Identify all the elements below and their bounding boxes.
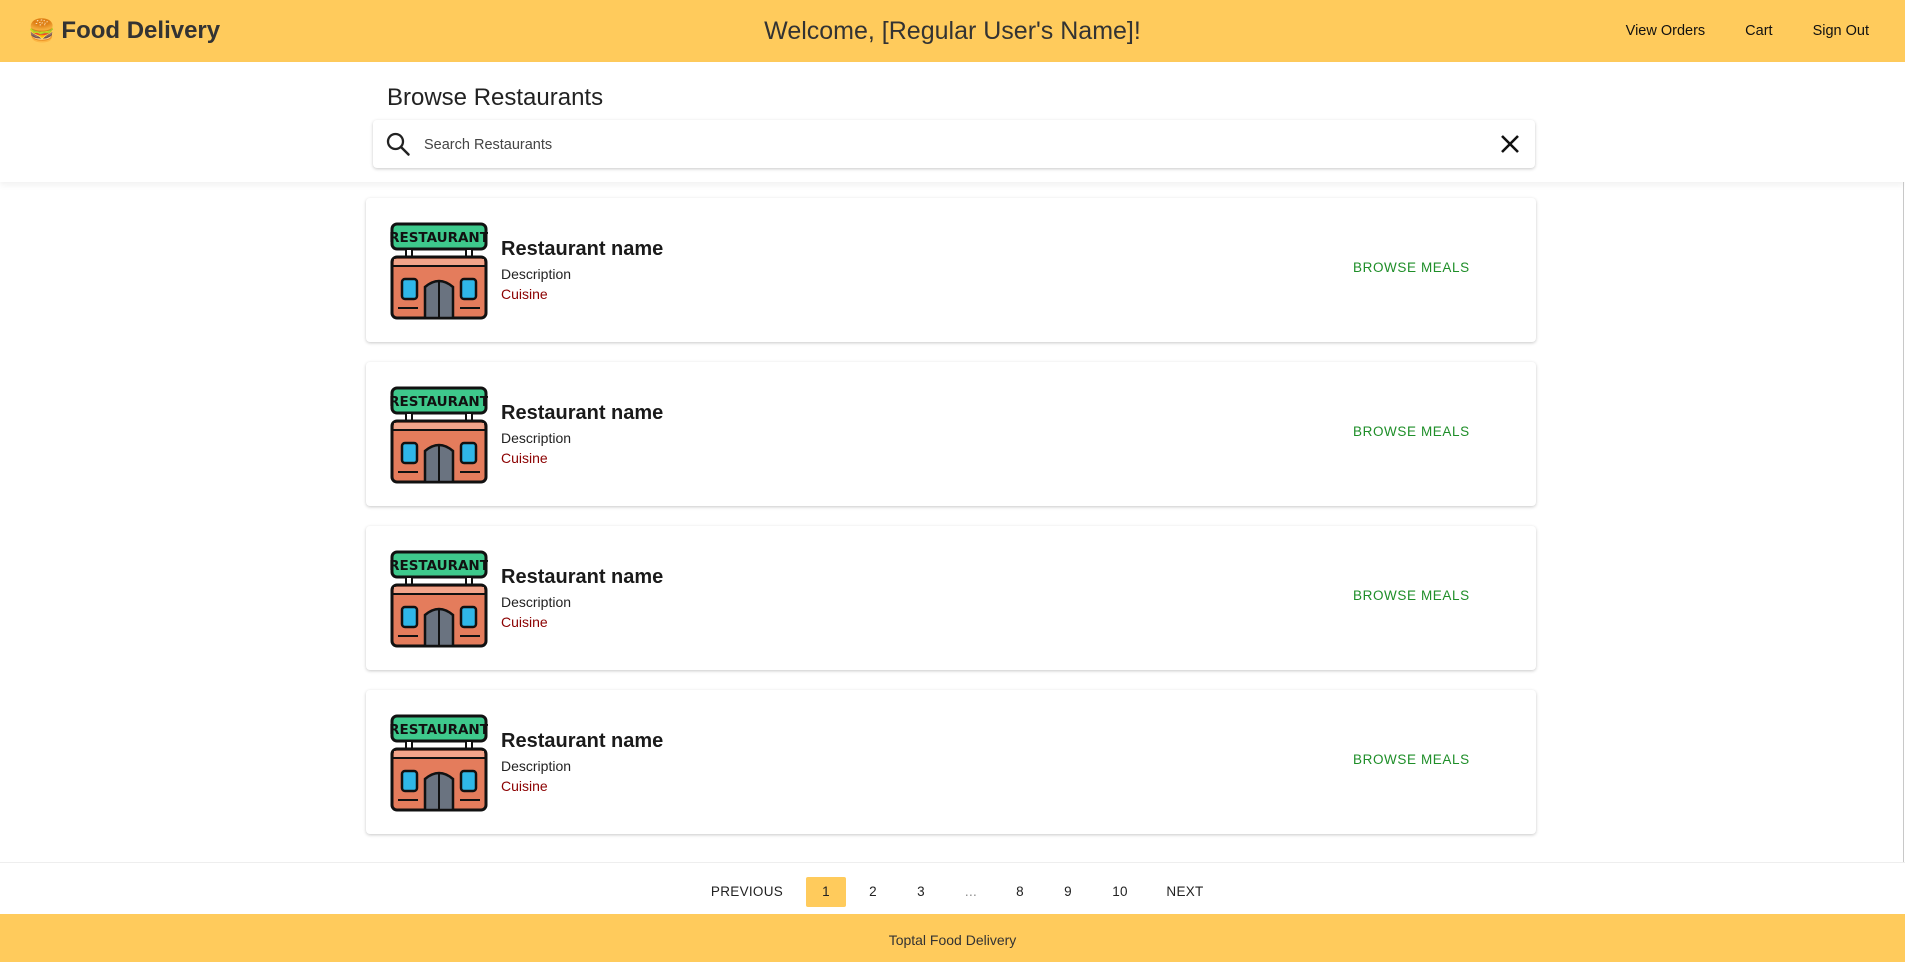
welcome-message: Welcome, [Regular User's Name]! bbox=[764, 17, 1141, 45]
browse-meals-button[interactable]: BROWSE MEALS bbox=[1353, 424, 1470, 439]
page-button-3[interactable]: 3 bbox=[902, 877, 940, 907]
top-nav: View Orders Cart Sign Out bbox=[1626, 0, 1905, 62]
page-ellipsis: ... bbox=[964, 884, 978, 899]
restaurant-sign-text: RESTAURANT bbox=[390, 230, 488, 246]
restaurant-name: Restaurant name bbox=[501, 402, 664, 424]
restaurant-sign-text: RESTAURANT bbox=[390, 722, 488, 738]
restaurant-name: Restaurant name bbox=[501, 730, 664, 752]
restaurant-icon: RESTAURANT bbox=[390, 550, 488, 648]
brand-name: Food Delivery bbox=[61, 17, 221, 44]
restaurant-description: Description bbox=[501, 594, 572, 610]
scrollbar-track[interactable] bbox=[1903, 182, 1904, 862]
cart-link[interactable]: Cart bbox=[1745, 23, 1772, 39]
browse-meals-button[interactable]: BROWSE MEALS bbox=[1353, 260, 1470, 275]
search-icon[interactable] bbox=[385, 131, 411, 157]
restaurant-icon: RESTAURANT bbox=[390, 222, 488, 320]
restaurant-card: RESTAURANT Restaurant name Description C… bbox=[366, 198, 1536, 342]
restaurant-icon: RESTAURANT bbox=[390, 714, 488, 812]
sign-out-link[interactable]: Sign Out bbox=[1813, 23, 1869, 39]
search-box bbox=[373, 120, 1535, 168]
page-button-1[interactable]: 1 bbox=[806, 877, 846, 907]
page-button-9[interactable]: 9 bbox=[1049, 877, 1087, 907]
restaurant-name: Restaurant name bbox=[501, 566, 664, 588]
page-button-2[interactable]: 2 bbox=[854, 877, 892, 907]
restaurant-name: Restaurant name bbox=[501, 238, 664, 260]
restaurant-description: Description bbox=[501, 266, 572, 282]
restaurant-cuisine: Cuisine bbox=[501, 778, 548, 794]
close-icon[interactable] bbox=[1499, 133, 1521, 155]
restaurant-description: Description bbox=[501, 758, 572, 774]
search-panel: Browse Restaurants bbox=[0, 62, 1905, 182]
restaurant-card: RESTAURANT Restaurant name Description C… bbox=[366, 526, 1536, 670]
page-button-8[interactable]: 8 bbox=[1001, 877, 1039, 907]
restaurant-description: Description bbox=[501, 430, 572, 446]
restaurant-cuisine: Cuisine bbox=[501, 614, 548, 630]
footer: Toptal Food Delivery bbox=[0, 914, 1905, 962]
page-button-10[interactable]: 10 bbox=[1098, 877, 1142, 907]
browse-meals-button[interactable]: BROWSE MEALS bbox=[1353, 588, 1470, 603]
next-page-button[interactable]: NEXT bbox=[1160, 877, 1210, 907]
restaurant-list: RESTAURANT Restaurant name Description C… bbox=[366, 198, 1536, 854]
page-title: Browse Restaurants bbox=[387, 84, 604, 111]
restaurant-cuisine: Cuisine bbox=[501, 286, 548, 302]
restaurant-icon: RESTAURANT bbox=[390, 386, 488, 484]
pagination: PREVIOUS 1 2 3 ... 8 9 10 NEXT bbox=[0, 862, 1905, 915]
restaurant-card: RESTAURANT Restaurant name Description C… bbox=[366, 362, 1536, 506]
search-input[interactable] bbox=[422, 130, 1456, 160]
top-app-bar: 🍔 Food Delivery Welcome, [Regular User's… bbox=[0, 0, 1905, 62]
view-orders-link[interactable]: View Orders bbox=[1626, 23, 1706, 39]
brand[interactable]: 🍔 Food Delivery bbox=[28, 0, 220, 62]
restaurant-cuisine: Cuisine bbox=[501, 450, 548, 466]
restaurant-card: RESTAURANT Restaurant name Description C… bbox=[366, 690, 1536, 834]
previous-page-button[interactable]: PREVIOUS bbox=[704, 877, 790, 907]
restaurant-sign-text: RESTAURANT bbox=[390, 394, 488, 410]
browse-meals-button[interactable]: BROWSE MEALS bbox=[1353, 752, 1470, 767]
restaurant-sign-text: RESTAURANT bbox=[390, 558, 488, 574]
burger-icon: 🍔 bbox=[28, 18, 56, 43]
